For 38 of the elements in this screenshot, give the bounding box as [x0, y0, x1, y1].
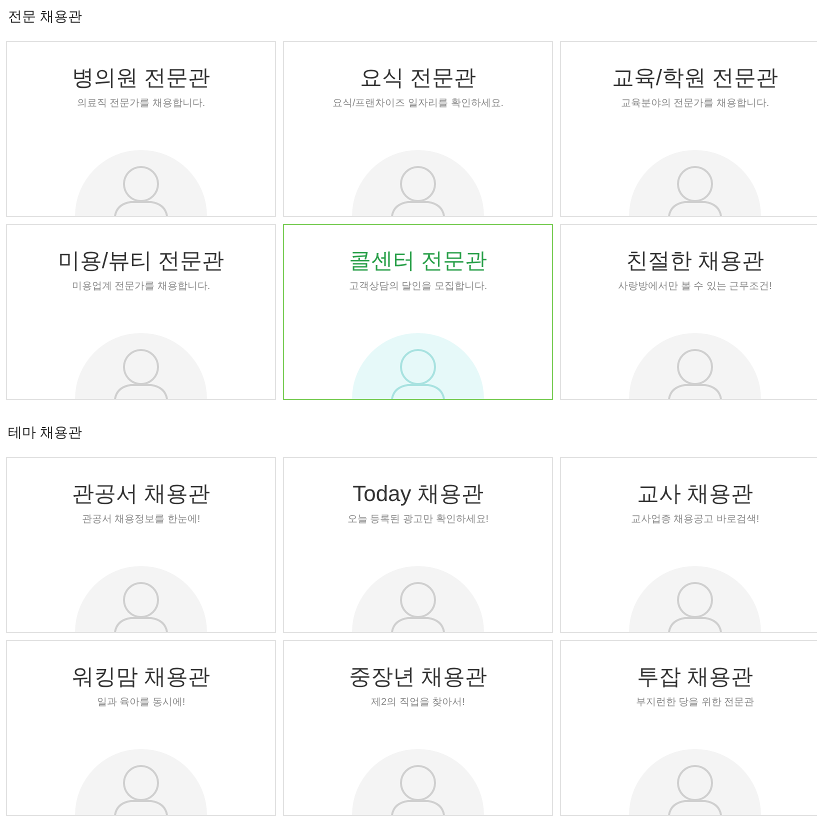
card-description: 고객상담의 달인을 모집합니다.: [348, 280, 488, 294]
category-card[interactable]: 투잡 채용관 부지런한 당을 위한 전문관: [560, 640, 817, 816]
card-title: 중장년 채용관: [348, 663, 488, 691]
card-description: 부지런한 당을 위한 전문관: [636, 696, 754, 710]
card-title: 요식 전문관: [360, 64, 476, 92]
category-card[interactable]: 요식 전문관 요식/프랜차이즈 일자리를 확인하세요.: [283, 41, 553, 217]
card-title: 관공서 채용관: [72, 480, 210, 508]
card-title: 교사 채용관: [636, 480, 754, 508]
category-card[interactable]: 워킹맘 채용관 일과 육아를 동시에!: [6, 640, 276, 816]
category-card[interactable]: 미용/뷰티 전문관 미용업계 전문가를 채용합니다.: [6, 224, 276, 400]
card-description: 의료직 전문가를 채용합니다.: [76, 97, 206, 111]
category-card[interactable]: 콜센터 전문관 고객상담의 달인을 모집합니다.: [283, 224, 553, 400]
card-title: 워킹맘 채용관: [72, 663, 210, 691]
card-title: 투잡 채용관: [636, 663, 754, 691]
card-description: 교사업종 채용공고 바로검색!: [630, 513, 760, 527]
category-card[interactable]: 친절한 채용관 사랑방에서만 볼 수 있는 근무조건!: [560, 224, 817, 400]
card-description: 요식/프랜차이즈 일자리를 확인하세요.: [332, 97, 504, 111]
card-title: Today 채용관: [352, 480, 484, 508]
card-description: 제2의 직업을 찾아서!: [371, 696, 465, 710]
card-title: 친절한 채용관: [626, 247, 764, 275]
card-description: 사랑방에서만 볼 수 있는 근무조건!: [618, 280, 772, 294]
category-card[interactable]: 교육/학원 전문관 교육분야의 전문가를 채용합니다.: [560, 41, 817, 217]
card-title: 병의원 전문관: [72, 64, 210, 92]
category-card[interactable]: Today 채용관 오늘 등록된 광고만 확인하세요!: [283, 457, 553, 633]
card-description: 교육분야의 전문가를 채용합니다.: [620, 97, 770, 111]
card-title: 콜센터 전문관: [348, 247, 488, 275]
card-description: 관공서 채용정보를 한눈에!: [82, 513, 200, 527]
card-title: 교육/학원 전문관: [612, 64, 778, 92]
category-card[interactable]: 병의원 전문관 의료직 전문가를 채용합니다.: [6, 41, 276, 217]
card-description: 일과 육아를 동시에!: [96, 696, 186, 710]
section-title: 테마 채용관: [8, 423, 83, 442]
card-title: 미용/뷰티 전문관: [58, 247, 224, 275]
section-title: 전문 채용관: [8, 7, 83, 26]
card-description: 오늘 등록된 광고만 확인하세요!: [347, 513, 489, 527]
category-card[interactable]: 중장년 채용관 제2의 직업을 찾아서!: [283, 640, 553, 816]
category-card[interactable]: 관공서 채용관 관공서 채용정보를 한눈에!: [6, 457, 276, 633]
category-card[interactable]: 교사 채용관 교사업종 채용공고 바로검색!: [560, 457, 817, 633]
card-description: 미용업계 전문가를 채용합니다.: [72, 280, 210, 294]
